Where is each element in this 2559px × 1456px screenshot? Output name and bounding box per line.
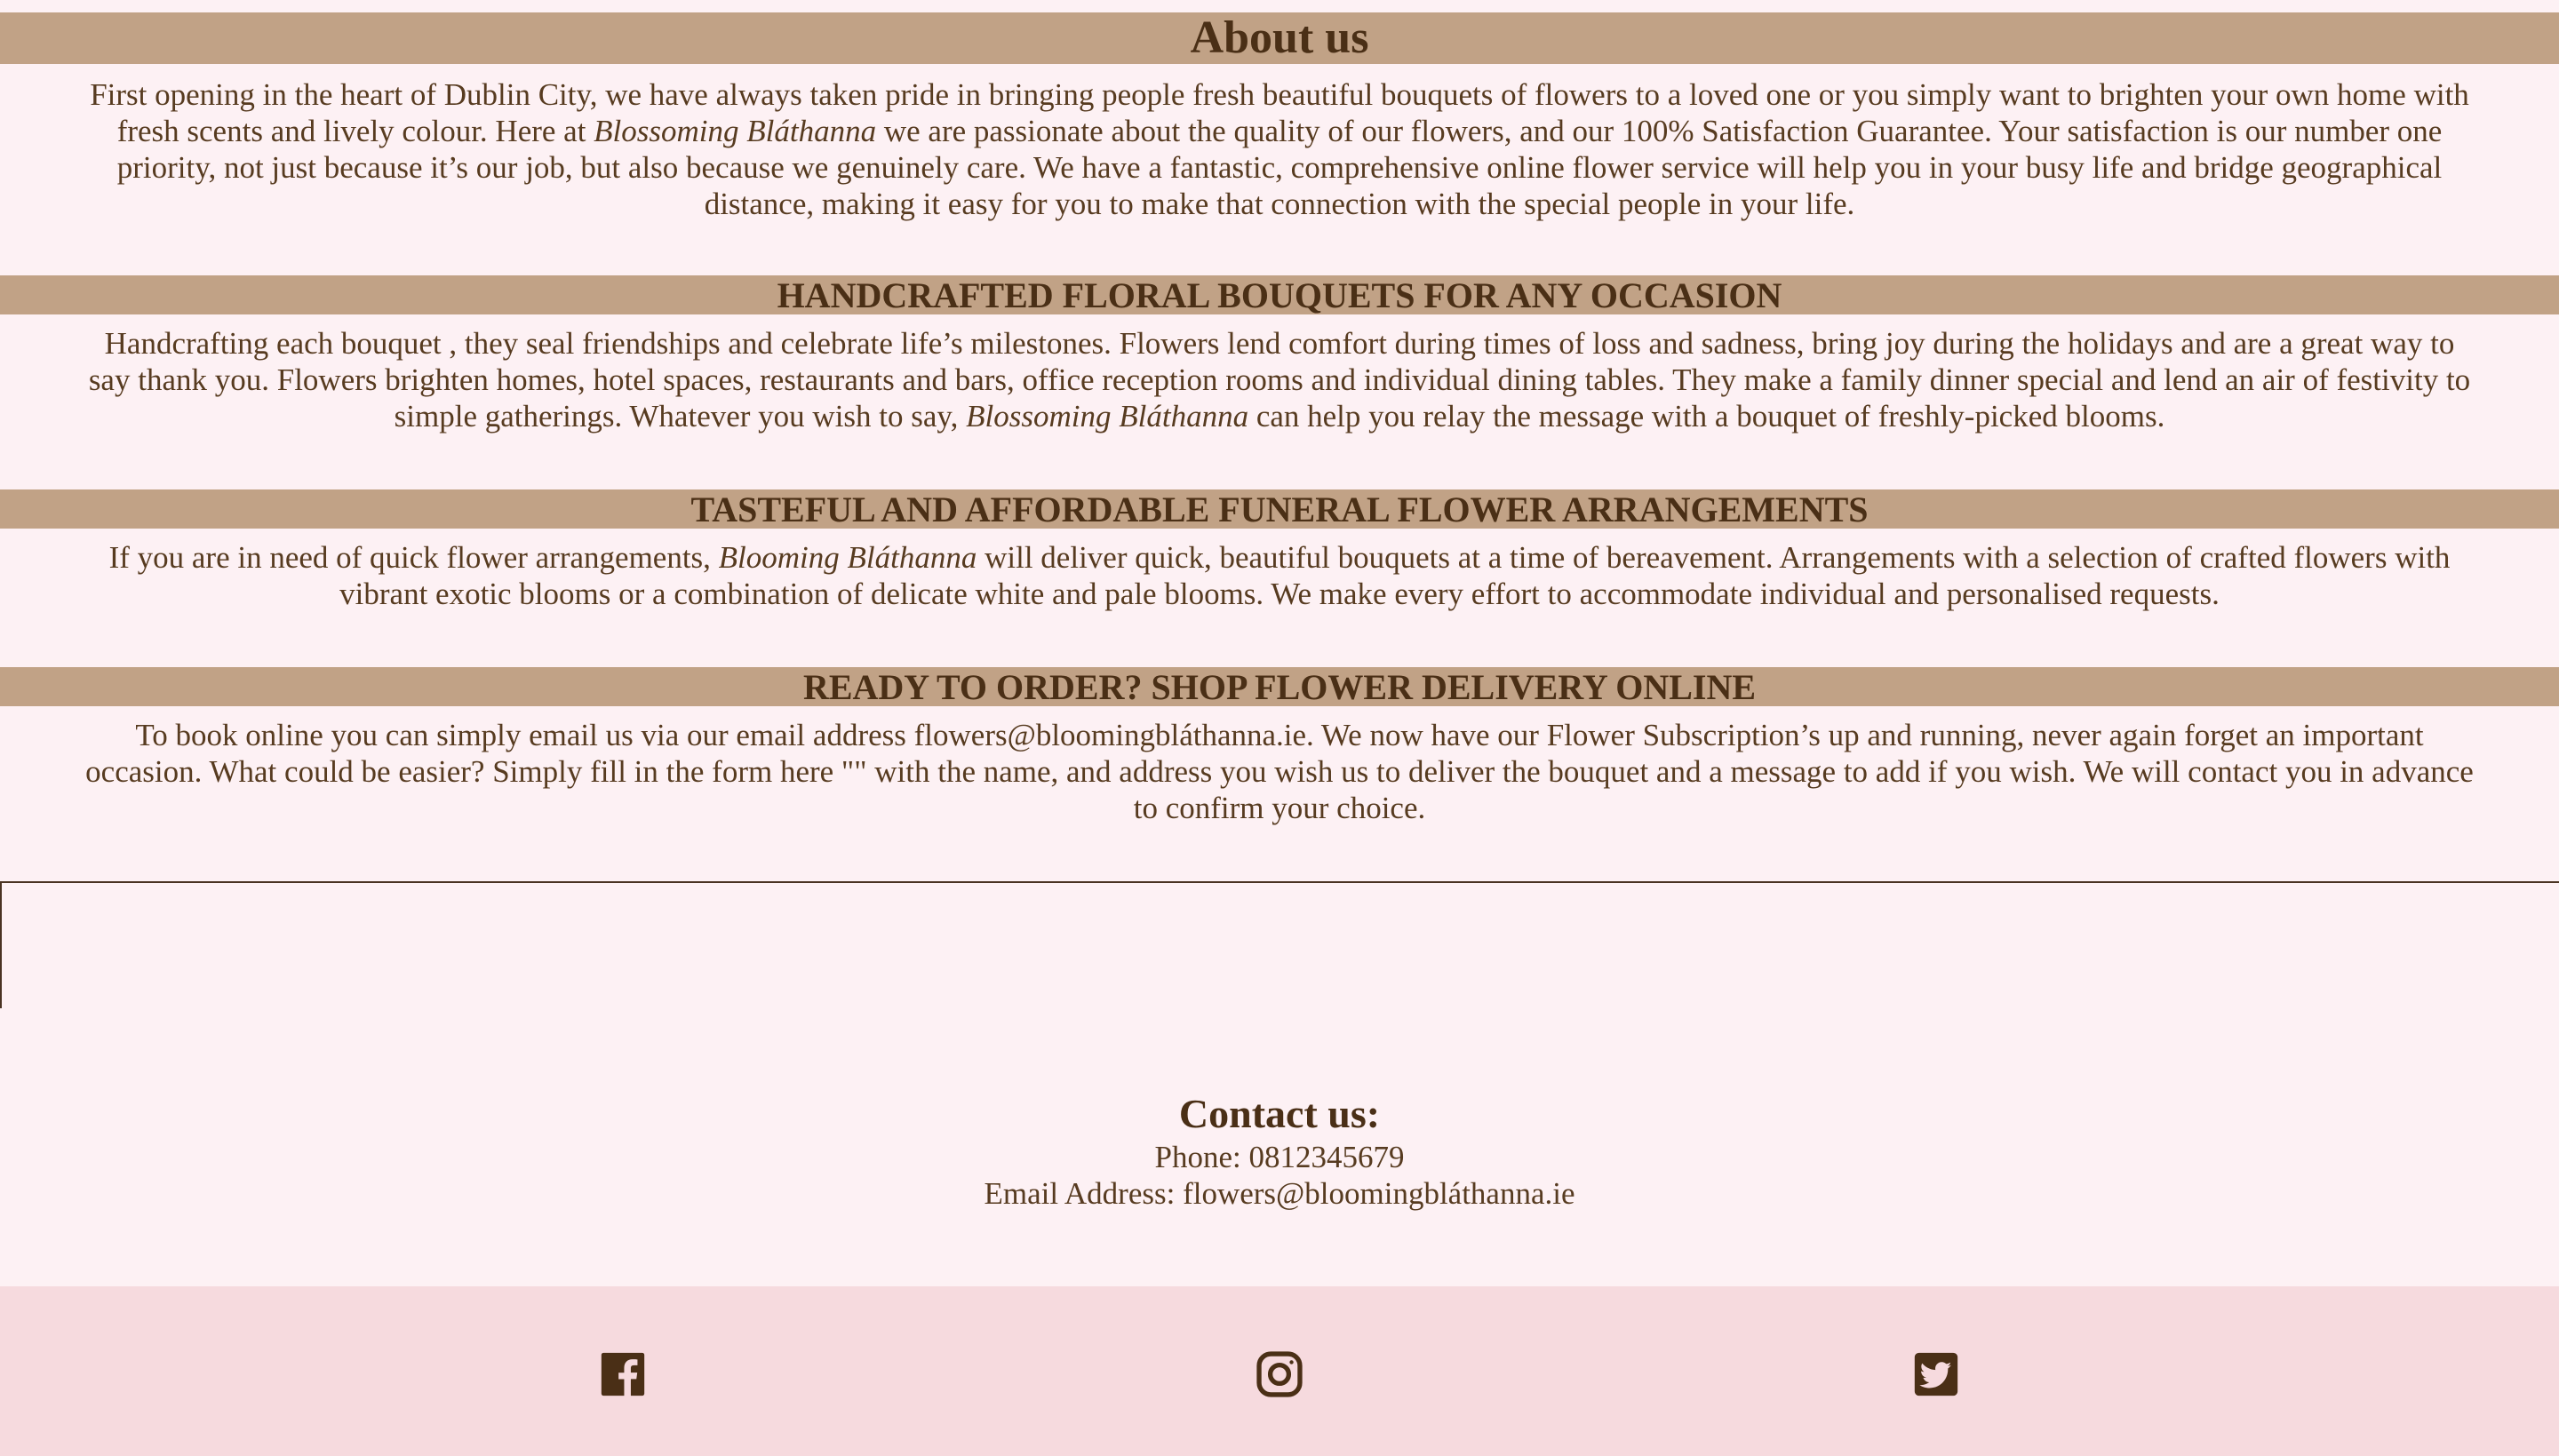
contact-section: Contact us: Phone: 0812345679 Email Addr… [0,1089,2559,1212]
about-text: First opening in the heart of Dublin Cit… [0,76,2559,222]
twitter-icon[interactable] [1910,1349,1962,1400]
handcrafted-title: HANDCRAFTED FLORAL BOUQUETS FOR ANY OCCA… [0,275,2559,315]
about-title: About us [0,12,2559,64]
footer [0,1286,2559,1456]
contact-title: Contact us: [1178,1091,1381,1136]
brand-name: Blossoming Bláthanna [594,114,877,148]
handcrafted-section: HANDCRAFTED FLORAL BOUQUETS FOR ANY OCCA… [0,275,2559,434]
funeral-section: TASTEFUL AND AFFORDABLE FUNERAL FLOWER A… [0,489,2559,612]
contact-email: Email Address: flowers@bloomingbláthanna… [984,1176,1575,1211]
top-strip [0,0,2559,12]
brand-name: Blossoming Bláthanna [966,399,1249,434]
instagram-icon[interactable] [1254,1349,1305,1400]
order-section: READY TO ORDER? SHOP FLOWER DELIVERY ONL… [0,667,2559,826]
order-text: To book online you can simply email us v… [85,718,2474,825]
facebook-icon[interactable] [597,1349,649,1400]
order-form-frame[interactable] [0,881,2559,1008]
handcrafted-text-part: can help you relay the message with a bo… [1248,399,2165,434]
funeral-title: TASTEFUL AND AFFORDABLE FUNERAL FLOWER A… [0,489,2559,529]
order-title: READY TO ORDER? SHOP FLOWER DELIVERY ONL… [0,667,2559,707]
handcrafted-text: Handcrafting each bouquet , they seal fr… [0,325,2559,434]
funeral-text-part: If you are in need of quick flower arran… [108,540,719,575]
contact-phone: Phone: 0812345679 [1154,1140,1405,1174]
funeral-text: If you are in need of quick flower arran… [0,539,2559,612]
brand-name: Blooming Bláthanna [718,540,977,575]
about-section: About us First opening in the heart of D… [0,12,2559,222]
